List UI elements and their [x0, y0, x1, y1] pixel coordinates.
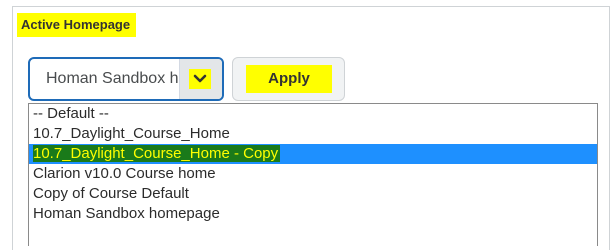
- arrow-highlight: [189, 69, 211, 89]
- option-daylight-course-home[interactable]: 10.7_Daylight_Course_Home: [29, 124, 597, 144]
- active-homepage-heading: Active Homepage: [17, 13, 137, 37]
- homepage-options-list[interactable]: -- Default -- 10.7_Daylight_Course_Home …: [28, 103, 598, 246]
- option-default[interactable]: -- Default --: [29, 104, 597, 124]
- option-homan-sandbox-homepage[interactable]: Homan Sandbox homepage: [29, 204, 597, 224]
- apply-button[interactable]: Apply: [232, 57, 345, 101]
- option-clarion-course-home[interactable]: Clarion v10.0 Course home: [29, 164, 597, 184]
- option-daylight-course-home-copy-label: 10.7_Daylight_Course_Home - Copy: [33, 145, 281, 162]
- homepage-select[interactable]: Homan Sandbox homepage: [28, 57, 224, 101]
- apply-button-label: Apply: [246, 65, 332, 93]
- chevron-down-icon: [193, 74, 207, 83]
- option-copy-of-course-default[interactable]: Copy of Course Default: [29, 184, 597, 204]
- option-daylight-course-home-copy[interactable]: 10.7_Daylight_Course_Home - Copy: [29, 144, 597, 164]
- select-arrow-button[interactable]: [179, 59, 222, 99]
- homepage-select-value: Homan Sandbox homepage: [46, 70, 180, 87]
